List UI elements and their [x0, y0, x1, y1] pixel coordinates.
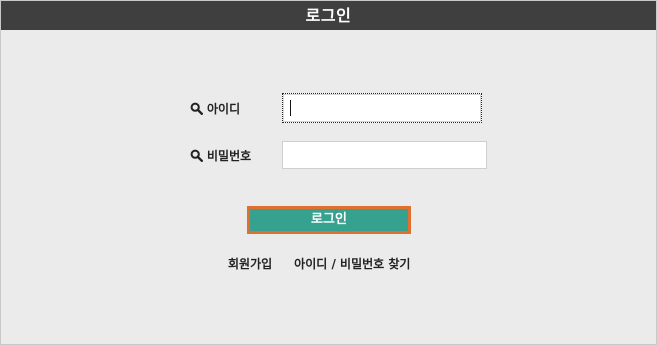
search-icon — [190, 102, 203, 115]
find-account-link[interactable]: 아이디 / 비밀번호 찾기 — [294, 255, 410, 272]
signup-link[interactable]: 회원가입 — [228, 255, 272, 272]
password-row: 비밀번호 — [190, 141, 487, 169]
login-button[interactable]: 로그인 — [247, 206, 411, 234]
id-row: 아이디 — [190, 93, 482, 123]
id-label-group: 아이디 — [190, 100, 282, 117]
password-label: 비밀번호 — [207, 148, 252, 163]
password-label-group: 비밀번호 — [190, 147, 282, 164]
title-bar: 로그인 — [1, 1, 656, 30]
id-input[interactable] — [282, 93, 482, 123]
account-links: 회원가입 아이디 / 비밀번호 찾기 — [228, 255, 410, 272]
id-field-wrap — [282, 93, 482, 123]
login-window: 로그인 아이디 비밀번호 로그인 회원가입 아이디 / 비밀번호 찾기 — [0, 0, 657, 345]
password-input[interactable] — [282, 141, 487, 169]
search-icon — [190, 149, 203, 162]
id-label: 아이디 — [207, 101, 241, 116]
text-cursor — [290, 100, 291, 116]
